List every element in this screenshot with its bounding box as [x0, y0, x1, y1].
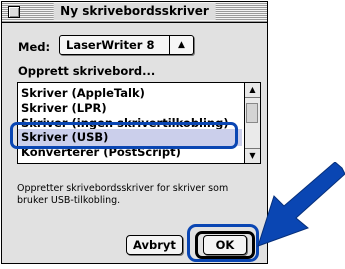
- cancel-button[interactable]: Avbryt: [126, 235, 183, 255]
- selection-highlight-callout: [10, 122, 238, 149]
- scroll-thumb[interactable]: [246, 103, 258, 123]
- printer-type-popup[interactable]: LaserWriter 8 ▲: [59, 35, 194, 55]
- scroll-down-arrow-icon[interactable]: ▼: [245, 148, 260, 163]
- list-item[interactable]: Skriver (LPR): [21, 101, 107, 115]
- close-box[interactable]: [8, 6, 20, 18]
- popup-arrows-icon: ▲: [169, 36, 193, 54]
- create-desktop-label: Opprett skrivebord...: [18, 64, 156, 78]
- window-title: Ny skrivebordsskriver: [53, 3, 216, 20]
- title-bar[interactable]: Ny skrivebordsskriver: [2, 2, 267, 23]
- selection-description: Oppretter skrivebordsskriver for skriver…: [17, 183, 229, 206]
- scroll-up-arrow-icon[interactable]: ▲: [245, 83, 260, 98]
- list-item[interactable]: Skriver (AppleTalk): [21, 86, 145, 100]
- pointer-arrow-icon: [257, 162, 345, 247]
- printer-type-label: Med:: [18, 40, 51, 54]
- printer-type-value: LaserWriter 8: [66, 38, 155, 52]
- list-scrollbar[interactable]: ▲ ▼: [244, 83, 260, 163]
